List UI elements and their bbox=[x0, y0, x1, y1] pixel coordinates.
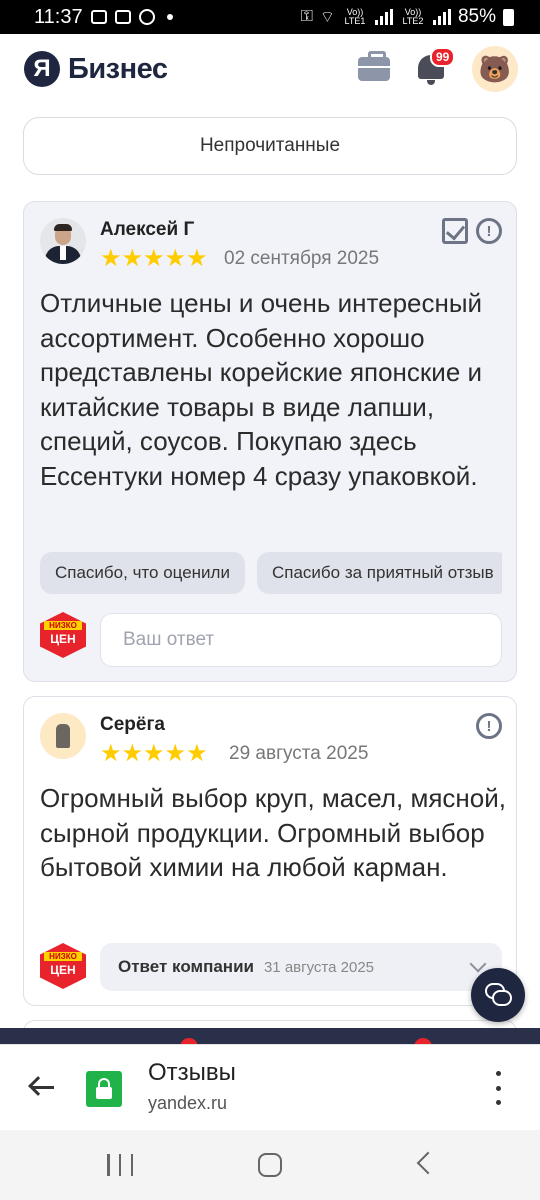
company-logo: НИЗКО ЦЕН bbox=[40, 612, 86, 658]
sim1-label: Vo)) LTE1 bbox=[344, 7, 366, 26]
notifications-button[interactable]: 99 bbox=[416, 47, 456, 85]
review-card: Алексей Г ★★★★★ 02 сентября 2025 ! Отлич… bbox=[23, 201, 517, 682]
company-answer-toggle[interactable]: Ответ компании 31 августа 2025 bbox=[100, 943, 502, 991]
info-icon[interactable]: ! bbox=[476, 218, 502, 244]
review-author: Серёга bbox=[100, 714, 165, 735]
reply-input[interactable]: Ваш ответ bbox=[100, 613, 502, 667]
review-text: Отличные цены и очень интересный ассорти… bbox=[40, 288, 483, 491]
gallery-icon bbox=[114, 10, 131, 24]
status-time: 11:37 bbox=[34, 5, 83, 28]
chat-button[interactable] bbox=[471, 968, 525, 1022]
notification-badge: 99 bbox=[430, 47, 456, 67]
review-date: 02 сентября 2025 bbox=[224, 248, 380, 269]
signal-icon bbox=[374, 9, 393, 25]
app-header: Я Бизнес 99 🐻 bbox=[0, 34, 540, 104]
whatsapp-icon bbox=[138, 9, 155, 25]
rating-stars: ★★★★★ bbox=[100, 742, 208, 766]
yandex-business-logo[interactable]: Я Бизнес bbox=[24, 51, 168, 87]
nav-back-icon[interactable] bbox=[416, 1151, 440, 1175]
more-notifications-dot bbox=[166, 14, 173, 20]
key-icon: ⚿ bbox=[300, 8, 313, 25]
page-title: Отзывы bbox=[148, 1059, 236, 1086]
star-icon: ★★★★★ bbox=[100, 740, 208, 767]
notification-icon bbox=[90, 10, 107, 24]
review-date: 29 августа 2025 bbox=[229, 743, 369, 764]
battery-icon bbox=[503, 8, 514, 26]
review-card: Серёга ★★★★★ 29 августа 2025 ! Огромный … bbox=[23, 696, 517, 1006]
browser-toolbar: Отзывы yandex.ru bbox=[0, 1044, 540, 1130]
company-answer-label: Ответ компании bbox=[118, 957, 254, 976]
chevron-down-icon bbox=[469, 955, 487, 973]
avatar bbox=[40, 713, 86, 759]
recent-apps-icon[interactable] bbox=[107, 1154, 133, 1176]
info-icon[interactable]: ! bbox=[476, 713, 502, 739]
quick-reply-chip[interactable]: Спасибо, что оценили bbox=[40, 552, 245, 594]
company-answer-date: 31 августа 2025 bbox=[263, 958, 375, 976]
menu-dots-icon[interactable] bbox=[490, 1071, 506, 1105]
avatar bbox=[40, 218, 86, 264]
unread-filter-button[interactable]: Непрочитанные bbox=[23, 117, 517, 175]
rating-stars: ★★★★★ bbox=[100, 247, 208, 271]
home-icon[interactable] bbox=[258, 1153, 282, 1177]
page-url: yandex.ru bbox=[148, 1093, 228, 1113]
logo-letter: Я bbox=[24, 51, 60, 87]
briefcase-icon[interactable] bbox=[358, 51, 390, 81]
lock-icon[interactable] bbox=[86, 1071, 122, 1107]
battery-level: 85% bbox=[457, 6, 496, 27]
bear-avatar-icon[interactable]: 🐻 bbox=[472, 46, 518, 92]
status-bar: 11:37 ⚿ ⌔ Vo)) LTE1 Vo)) LTE2 85% bbox=[0, 0, 540, 34]
check-square-icon[interactable] bbox=[442, 218, 468, 244]
company-logo: НИЗКО ЦЕН bbox=[40, 943, 86, 989]
system-navigation bbox=[0, 1130, 540, 1200]
sim2-label: Vo)) LTE2 bbox=[402, 7, 424, 26]
review-author: Алексей Г bbox=[100, 219, 195, 240]
star-icon: ★★★★★ bbox=[100, 245, 208, 272]
signal-icon bbox=[432, 9, 451, 25]
quick-replies: Спасибо, что оценили Спасибо за приятный… bbox=[40, 552, 502, 594]
back-arrow-icon[interactable] bbox=[28, 1075, 56, 1101]
wifi-icon: ⌔ bbox=[319, 9, 335, 26]
logo-text: Бизнес bbox=[68, 52, 168, 85]
review-text: Огромный выбор круп, масел, мясной, сырн… bbox=[40, 783, 506, 882]
quick-reply-chip[interactable]: Спасибо за приятный отзыв bbox=[256, 552, 502, 594]
